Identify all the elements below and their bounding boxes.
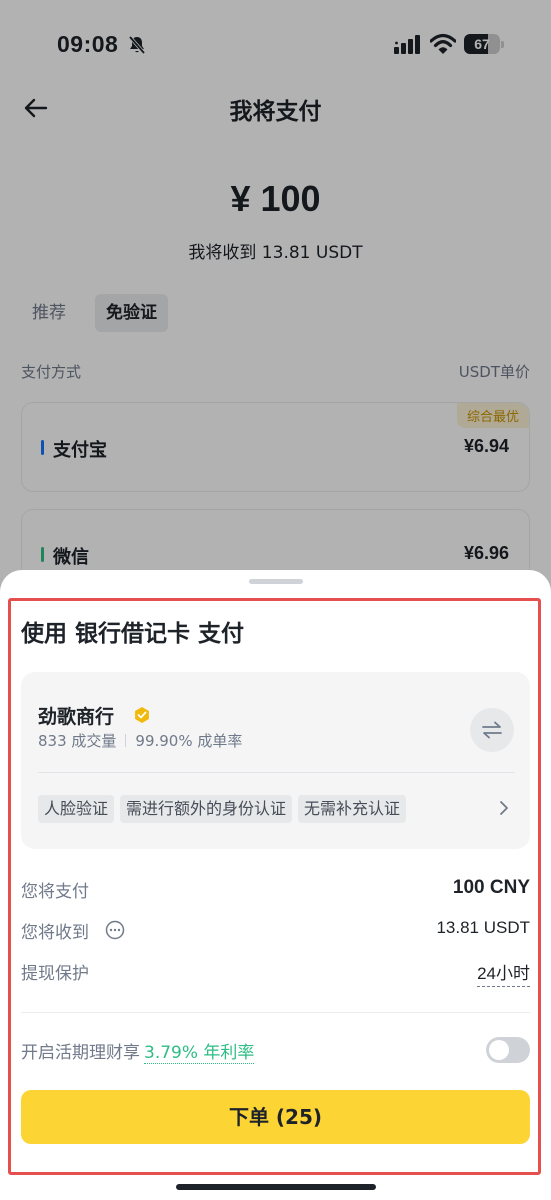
swap-arrows-icon (482, 721, 502, 739)
merchant-stats: 833 成交量 99.90% 成单率 (38, 730, 242, 751)
withdrawal-protection-label: 提现保护 (21, 964, 89, 984)
switch-merchant-button[interactable] (470, 708, 514, 752)
flexible-earn-row: 开启活期理财享 3.79% 年利率 (21, 1037, 530, 1064)
tag-face-verification: 人脸验证 (38, 795, 115, 823)
you-receive-value: 13.81 USDT (436, 918, 530, 937)
merchant-card: 劲歌商行 833 成交量 99.90% 成单率 人脸验证 需进行额外的身份认证 无需补… (21, 672, 530, 849)
sheet-grabber[interactable] (249, 579, 303, 584)
verification-tags[interactable]: 人脸验证 需进行额外的身份认证 无需补充认证 (38, 795, 412, 825)
merchant-completion-rate: 99.90% 成单率 (135, 732, 243, 750)
verified-merchant-icon (135, 707, 149, 723)
apr-link[interactable]: 3.79% 年利率 (144, 1043, 255, 1064)
place-order-button[interactable]: 下单 (25) (21, 1090, 530, 1144)
tag-extra-identity: 需进行额外的身份认证 (120, 795, 293, 823)
sheet-divider (21, 1012, 530, 1013)
you-pay-label: 您将支付 (21, 882, 89, 902)
toggle-knob (489, 1040, 509, 1060)
withdrawal-protection-row: 提现保护 24小时 (21, 959, 530, 987)
withdrawal-protection-value[interactable]: 24小时 (477, 959, 530, 987)
sheet-title: 使用 银行借记卡 支付 (21, 621, 245, 647)
chevron-right-icon[interactable] (498, 799, 510, 817)
flexible-earn-toggle[interactable] (486, 1037, 530, 1063)
more-info-icon[interactable] (105, 920, 125, 940)
payment-bottom-sheet: 使用 银行借记卡 支付 劲歌商行 833 成交量 99.90% 成单率 人脸验证需… (0, 570, 551, 1200)
merchant-name: 劲歌商行 (38, 706, 115, 728)
merchant-trade-count: 833 成交量 (38, 732, 117, 750)
tag-no-extra-verification: 无需补充认证 (298, 795, 407, 823)
merchant-divider (38, 772, 515, 773)
you-pay-value: 100 CNY (452, 877, 530, 898)
home-indicator (176, 1184, 376, 1190)
you-pay-row: 您将支付 100 CNY (21, 877, 530, 903)
you-receive-label: 您将收到 (21, 923, 89, 943)
you-receive-row: 您将收到 13.81 USDT (21, 918, 530, 944)
flexible-earn-label: 开启活期理财享 (21, 1043, 140, 1063)
